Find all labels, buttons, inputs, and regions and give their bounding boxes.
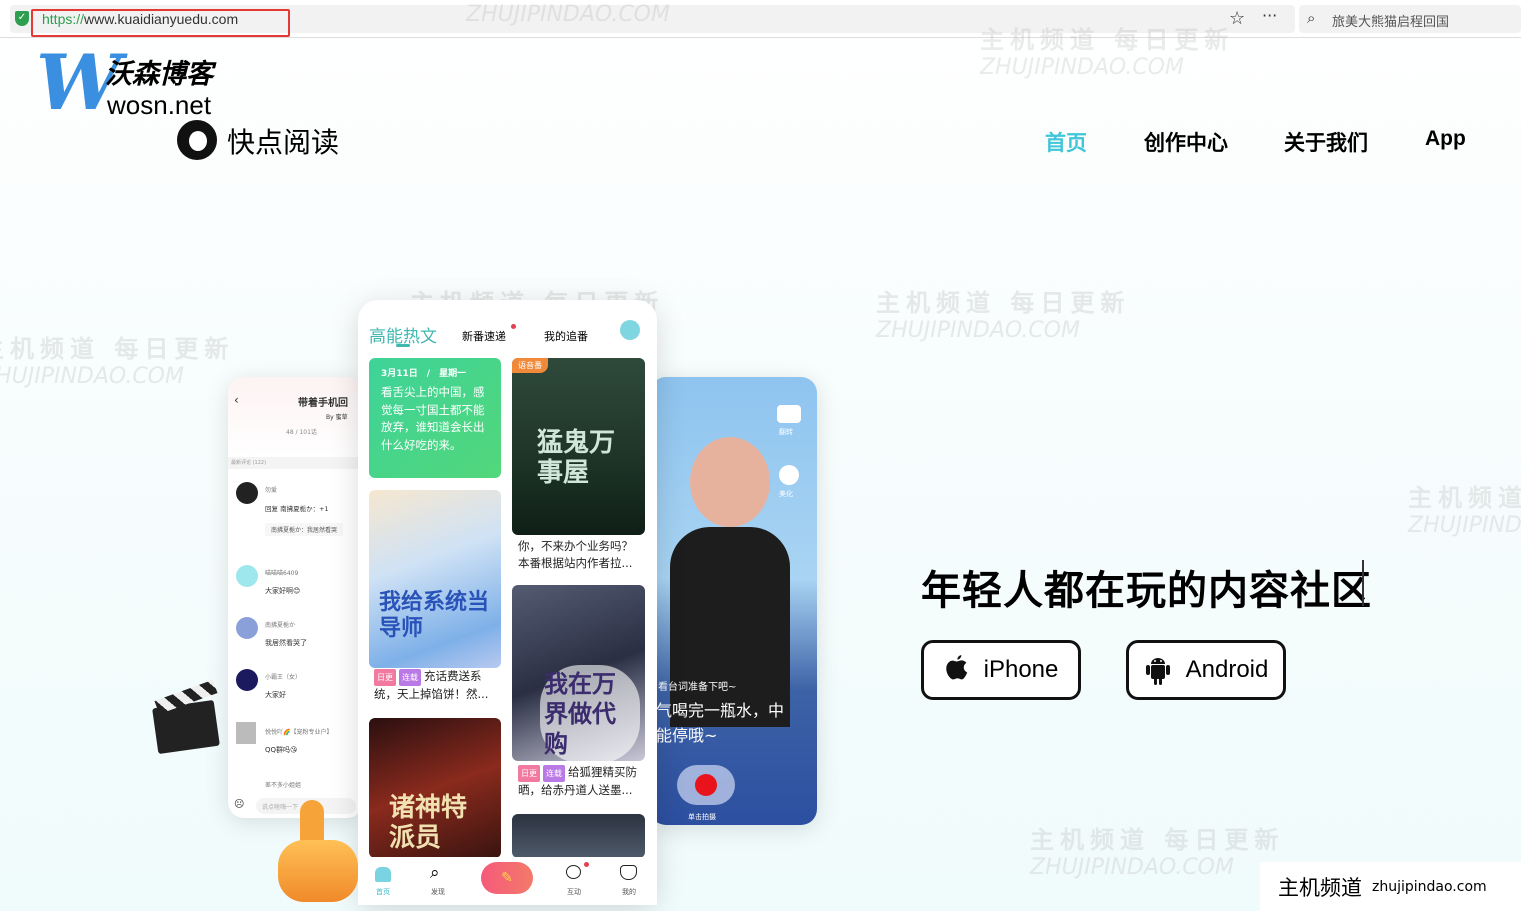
camera-flip-icon bbox=[777, 405, 801, 423]
book-cover: 我在万界做代购 bbox=[512, 585, 645, 761]
watermark: 主机频道 每日更新 bbox=[1030, 826, 1285, 854]
pencil-icon: ✎ bbox=[481, 862, 533, 894]
apple-icon bbox=[945, 655, 967, 680]
watermark: ZHUJIPINDAO.COM bbox=[980, 55, 1184, 80]
cat-paw-logo-icon[interactable] bbox=[177, 120, 217, 160]
watermark: 主机频道 每日更新 bbox=[1408, 484, 1521, 512]
iphone-download-button[interactable]: iPhone bbox=[921, 640, 1081, 700]
home-icon bbox=[375, 867, 391, 882]
watermark: 主机频道 每日更新 bbox=[980, 26, 1235, 54]
secure-shield-icon: ✓ bbox=[15, 11, 29, 26]
watermark-badge: 主机频道 zhujipindao.com bbox=[1260, 862, 1521, 911]
android-icon bbox=[1145, 658, 1170, 685]
app-tab-following: 我的追番 bbox=[544, 330, 588, 343]
android-download-button[interactable]: Android bbox=[1126, 640, 1286, 700]
chat-icon bbox=[566, 865, 581, 879]
video-screen-mockup: 翻转 美化 看台词准备下吧~ 气喝完一瓶水，中 能停哦~ 单击拍摄 bbox=[650, 377, 817, 825]
more-icon[interactable]: ··· bbox=[1262, 6, 1277, 25]
book-cover: 诸神特派员 bbox=[369, 718, 501, 858]
reading-app-screen-mockup: 高能热文 新番速递 我的追番 3月11日 / 星期一 看舌尖上的中国，感觉每一寸… bbox=[358, 300, 657, 905]
app-tab-new: 新番速递 bbox=[462, 330, 506, 343]
nav-creation-center[interactable]: 创作中心 bbox=[1144, 127, 1228, 157]
watermark: ZHUJIPINDAO.COM bbox=[0, 364, 184, 389]
record-button bbox=[677, 765, 735, 805]
thumbs-up-icon bbox=[278, 800, 360, 905]
wosn-logo-domain: wosn.net bbox=[107, 90, 212, 120]
site-logo-name[interactable]: 快点阅读 bbox=[227, 121, 339, 161]
watermark: ZHUJIPINDAO.COM bbox=[1408, 513, 1521, 538]
watermark: ZHUJIPINDAO.COM bbox=[1030, 855, 1234, 880]
url-highlight-box bbox=[31, 9, 290, 37]
cat-avatar-icon bbox=[620, 320, 640, 340]
wosn-logo-title: 沃森博客 bbox=[105, 59, 213, 90]
beauty-icon bbox=[779, 465, 799, 485]
browser-search-box[interactable]: ⌕ 旅美大熊猫启程回国 bbox=[1299, 5, 1521, 33]
nav-home[interactable]: 首页 bbox=[1045, 127, 1087, 157]
clapperboard-icon bbox=[152, 679, 220, 755]
comments-screen-mockup: ‹ 带着手机回 By 蜜草 48 / 101话 最新评论 (122) 勿爱 回复… bbox=[228, 377, 363, 818]
app-tab-bar: 首页 ⌕ 发现 ✎ 互动 我的 bbox=[358, 857, 657, 905]
book-cover: 语音番 猛鬼万事屋 bbox=[512, 358, 645, 535]
hero-title: 年轻人都在玩的内容社区 bbox=[921, 568, 1372, 614]
daily-quote-card: 3月11日 / 星期一 看舌尖上的中国，感觉每一寸国土都不能放弃，谁知道会长出什… bbox=[369, 358, 501, 478]
book-cover: 我给系统当导师 bbox=[369, 490, 501, 668]
watermark: ZHUJIPINDAO.COM bbox=[466, 2, 670, 27]
watermark: 主机频道 每日更新 bbox=[0, 335, 235, 363]
nav-app[interactable]: App bbox=[1425, 127, 1466, 151]
nav-about-us[interactable]: 关于我们 bbox=[1284, 127, 1368, 157]
text-caret bbox=[1362, 560, 1364, 606]
watermark: ZHUJIPINDAO.COM bbox=[876, 318, 1080, 343]
watermark: 主机频道 每日更新 bbox=[876, 289, 1131, 317]
cat-icon bbox=[620, 865, 637, 880]
back-icon: ‹ bbox=[234, 393, 239, 407]
emoji-icon: ☹ bbox=[234, 799, 245, 810]
search-icon: ⌕ bbox=[1307, 9, 1316, 27]
book-cover bbox=[512, 814, 645, 858]
search-icon: ⌕ bbox=[430, 863, 440, 883]
